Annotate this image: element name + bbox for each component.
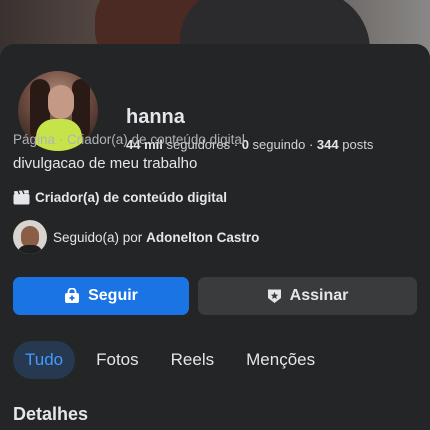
avatar-face	[48, 85, 74, 119]
posts-count: 344	[316, 137, 339, 152]
followed-by-row[interactable]: Seguido(a) por Adonelton Castro	[13, 220, 259, 254]
stats-separator: ·	[308, 137, 314, 152]
followed-by-prefix: Seguido(a) por	[53, 229, 143, 245]
creator-badge-row: Criador(a) de conteúdo digital	[13, 190, 227, 205]
followed-by-text: Seguido(a) por Adonelton Castro	[53, 230, 259, 245]
follow-button-label: Seguir	[88, 287, 138, 304]
follower-avatar[interactable]	[13, 220, 47, 254]
tab-mentions[interactable]: Menções	[235, 341, 326, 379]
shield-badge-icon	[267, 289, 281, 303]
tab-reels[interactable]: Reels	[160, 341, 225, 379]
profile-name: hanna	[126, 106, 185, 128]
subscribe-button[interactable]: Assinar	[198, 277, 417, 315]
profile-bio: divulgacao de meu trabalho	[13, 155, 198, 172]
creator-badge-label: Criador(a) de conteúdo digital	[35, 190, 228, 205]
clapperboard-icon	[13, 190, 30, 205]
followed-by-name[interactable]: Adonelton Castro	[146, 230, 259, 245]
follower-avatar-shirt	[17, 245, 43, 254]
page-category: Página · Criador(a) de conteúdo digital	[13, 132, 245, 147]
following-label[interactable]: seguindo	[253, 137, 306, 152]
user-plus-icon	[65, 288, 80, 303]
tab-photos[interactable]: Fotos	[85, 341, 150, 379]
subscribe-button-label: Assinar	[289, 287, 349, 304]
posts-label: posts	[342, 137, 374, 152]
follow-button[interactable]: Seguir	[13, 277, 189, 315]
details-section-title: Detalhes	[13, 404, 89, 424]
profile-tabs: Tudo Fotos Reels Menções	[13, 341, 336, 379]
tab-all[interactable]: Tudo	[13, 341, 76, 379]
